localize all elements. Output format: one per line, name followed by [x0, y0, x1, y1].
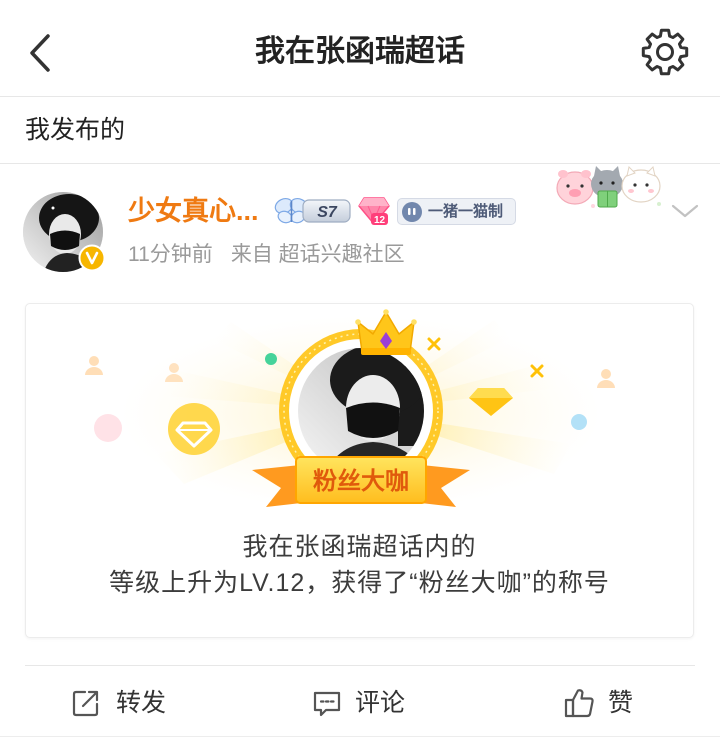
person-icon-decoration: [85, 356, 103, 375]
chevron-down-icon: [671, 204, 699, 218]
custom-badge-text: 一猪一猫制: [428, 203, 504, 220]
top-bar: 我在张函瑞超话: [0, 0, 720, 96]
sticker-decoration: [553, 162, 665, 214]
pink-gem-icon: 12: [358, 197, 390, 226]
verified-v-icon: [78, 244, 106, 272]
fan-level-illustration: 粉丝大咖: [85, 309, 615, 512]
bottom-divider: [0, 736, 720, 737]
like-button[interactable]: 赞: [562, 683, 642, 723]
level-badge-text: 12: [374, 215, 386, 226]
page-title: 我在张函瑞超话: [255, 35, 465, 68]
settings-button[interactable]: [638, 25, 692, 79]
level-badge[interactable]: 12: [358, 195, 390, 227]
like-label: 赞: [608, 689, 634, 717]
card-text-line-1: 我在张函瑞超话内的: [242, 533, 477, 561]
cute-animals-sticker: [556, 166, 661, 208]
butterfly-badge-icon: S7: [274, 198, 351, 224]
diamond-circle-icon: [168, 403, 220, 455]
share-out-icon: [72, 690, 99, 717]
verified-badge: [78, 244, 106, 272]
custom-badge[interactable]: 一猪一猫制: [397, 198, 516, 225]
season-badge[interactable]: S7: [274, 195, 352, 227]
person-icon-decoration: [597, 369, 615, 388]
app-root: 我在张函瑞超话 我发布的 少女真心... S7 12 一猪一猫制 11分钟前 来…: [0, 0, 720, 739]
top-bar-divider: [0, 96, 720, 97]
comment-button[interactable]: 评论: [311, 683, 421, 723]
comment-icon: [313, 691, 341, 717]
more-options-button[interactable]: [668, 200, 702, 224]
action-bar-divider: [25, 665, 695, 666]
season-badge-text: S7: [317, 204, 338, 221]
comment-label: 评论: [355, 689, 406, 717]
chat-bubble-icon: [402, 201, 422, 222]
post-meta: 11分钟前 来自 超话兴趣社区: [128, 241, 405, 269]
thumbs-up-icon: [564, 689, 594, 718]
repost-label: 转发: [116, 689, 167, 717]
author-name[interactable]: 少女真心...: [128, 194, 259, 228]
ribbon-text: 粉丝大咖: [313, 467, 409, 495]
achievement-card[interactable]: 粉丝大咖 我在张函瑞超话内的 等级上升为LV.12，获得了“粉丝大咖”的称号: [25, 303, 694, 638]
card-text-line-2: 等级上升为LV.12，获得了“粉丝大咖”的称号: [109, 569, 610, 597]
gear-icon: [641, 28, 689, 76]
green-dot-decoration: [265, 353, 277, 365]
section-title: 我发布的: [25, 116, 126, 144]
post-time: 11分钟前: [128, 243, 213, 266]
post-source[interactable]: 来自 超话兴趣社区: [231, 243, 405, 266]
blue-dot-decoration: [571, 414, 587, 430]
pink-dot-decoration: [94, 414, 122, 442]
repost-button[interactable]: 转发: [70, 683, 180, 723]
